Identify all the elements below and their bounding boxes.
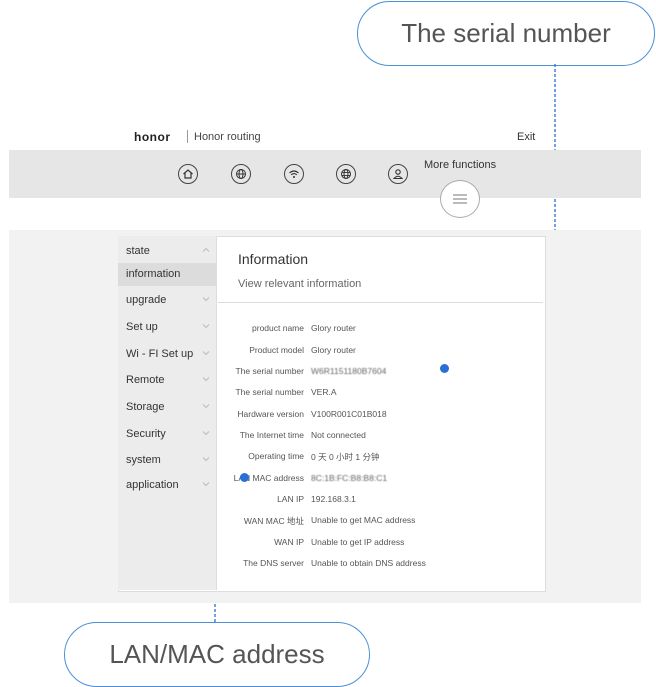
user-icon[interactable] — [388, 164, 408, 184]
chevron-down-icon — [202, 324, 210, 329]
sidebar-item-remote[interactable]: Remote — [118, 369, 216, 392]
globe-icon[interactable] — [231, 164, 251, 184]
sidebar-item-label: application — [126, 479, 179, 491]
info-label: Operating time — [248, 451, 304, 461]
lan-mac-value: 8C:1B:FC:B8:B8:C1 — [311, 473, 388, 483]
page-title: Information — [238, 251, 309, 267]
info-value: Unable to get IP address — [311, 537, 405, 547]
sidebar-item-label: upgrade — [126, 294, 167, 306]
chevron-down-icon — [202, 482, 210, 487]
sidebar-item-storage[interactable]: Storage — [118, 396, 216, 419]
info-label: WAN IP — [274, 537, 304, 547]
sidebar-item-upgrade[interactable]: upgrade — [118, 289, 216, 312]
sidebar-item-wifi-set-up[interactable]: Wi - FI Set up — [118, 343, 216, 366]
info-value: Not connected — [311, 430, 366, 440]
chevron-up-icon — [202, 247, 210, 252]
more-functions-label: More functions — [424, 159, 497, 171]
top-nav-bar — [9, 150, 641, 198]
info-label: The serial number — [235, 387, 304, 397]
info-label: The serial number — [235, 366, 304, 376]
info-value: Unable to obtain DNS address — [311, 558, 426, 568]
app-title: Honor routing — [194, 131, 261, 143]
sidebar-item-security[interactable]: Security — [118, 423, 216, 446]
serial-callout-dot — [440, 364, 449, 373]
sidebar-item-label: Remote — [126, 374, 165, 386]
sidebar: state information upgrade Set up Wi - FI… — [118, 236, 217, 590]
info-value: VER.A — [311, 387, 337, 397]
sidebar-item-set-up[interactable]: Set up — [118, 316, 216, 339]
exit-link[interactable]: Exit — [517, 131, 535, 143]
sidebar-item-information[interactable]: information — [118, 263, 216, 286]
title-divider — [218, 302, 543, 303]
chevron-down-icon — [202, 431, 210, 436]
lan-mac-callout-dot — [240, 473, 249, 482]
chevron-down-icon — [202, 377, 210, 382]
info-value: Unable to get MAC address — [311, 515, 416, 525]
menu-icon[interactable] — [440, 180, 480, 218]
network-icon[interactable] — [336, 164, 356, 184]
sidebar-item-label: system — [126, 454, 161, 466]
sidebar-item-label: state — [126, 245, 150, 257]
info-value: Glory router — [311, 323, 356, 333]
info-label: WAN MAC 地址 — [243, 516, 304, 526]
info-label: Hardware version — [237, 409, 304, 419]
chevron-down-icon — [202, 404, 210, 409]
sidebar-item-application[interactable]: application — [118, 474, 216, 497]
home-icon[interactable] — [178, 164, 198, 184]
sidebar-item-state[interactable]: state — [118, 240, 216, 263]
header-divider — [187, 130, 188, 143]
info-label: Product model — [249, 345, 304, 355]
sidebar-item-label: information — [126, 268, 181, 280]
page-subtitle: View relevant information — [238, 278, 362, 290]
wifi-icon[interactable] — [284, 164, 304, 184]
info-label: The Internet time — [239, 430, 304, 440]
info-value: V100R001C01B018 — [311, 409, 387, 419]
info-value: 0 天 0 小时 1 分钟 — [311, 452, 380, 462]
info-label: The DNS server — [243, 558, 304, 568]
info-value: Glory router — [311, 345, 356, 355]
sidebar-item-label: Storage — [126, 401, 165, 413]
info-label: LAN IP — [277, 494, 304, 504]
sidebar-item-label: Security — [126, 428, 166, 440]
sidebar-item-system[interactable]: system — [118, 449, 216, 472]
chevron-down-icon — [202, 457, 210, 462]
info-label: LAN MAC address — [233, 473, 304, 483]
honor-logo: honor — [134, 130, 171, 144]
chevron-down-icon — [202, 297, 210, 302]
chevron-down-icon — [202, 351, 210, 356]
sidebar-item-label: Wi - FI Set up — [126, 348, 194, 360]
info-label: product name — [252, 323, 304, 333]
serial-number-value: W6R1151180B7604 — [311, 366, 387, 376]
info-value: 192.168.3.1 — [311, 494, 356, 504]
sidebar-item-label: Set up — [126, 321, 158, 333]
